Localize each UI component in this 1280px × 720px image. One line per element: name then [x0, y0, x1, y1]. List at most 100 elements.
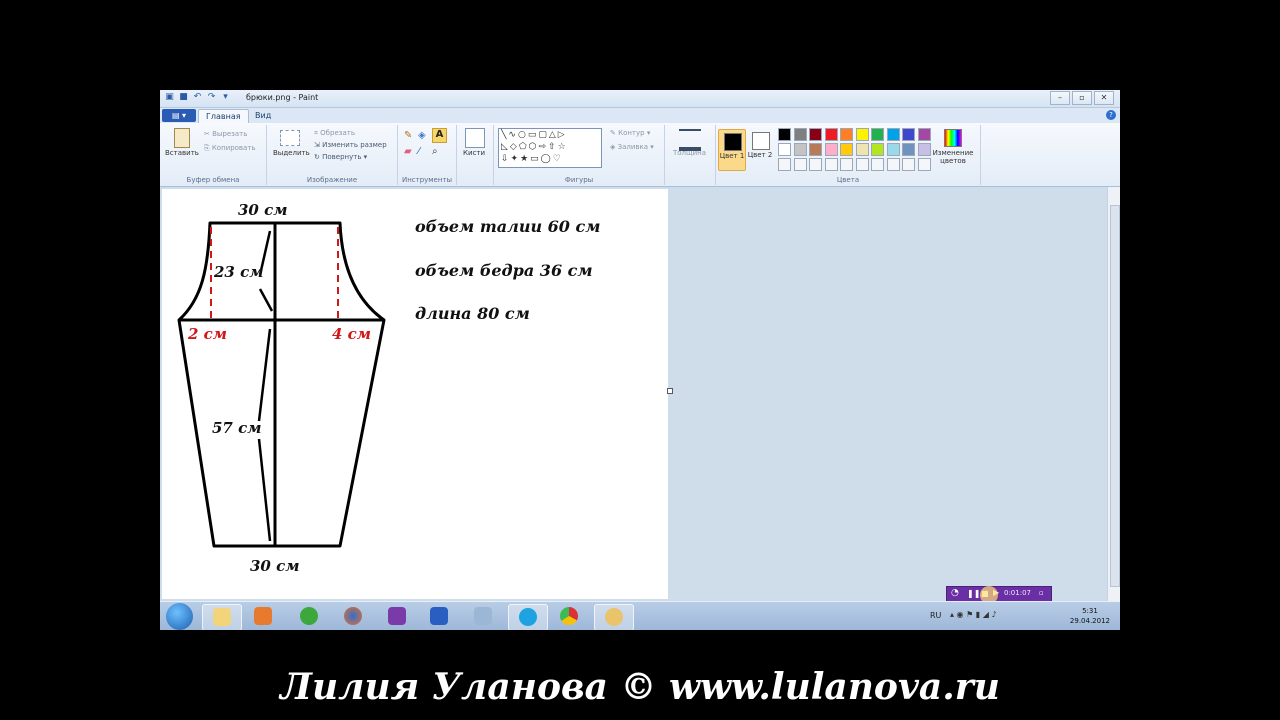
left-extension-label: 2 см [188, 325, 228, 343]
taskbar-explorer[interactable] [202, 604, 242, 630]
pause-icon[interactable]: ❚❚ [967, 589, 980, 598]
taskbar: RU ▴ ◉ ⚑ ▮ ◢ ♪ 5:31 29.04.2012 [160, 601, 1120, 630]
palette-swatch[interactable] [824, 143, 838, 156]
palette-swatch[interactable] [917, 143, 931, 156]
language-indicator[interactable]: RU [930, 611, 941, 620]
palette-swatch[interactable] [809, 143, 822, 156]
paint-app-icon[interactable]: ▣ [164, 92, 175, 103]
palette-swatch[interactable] [840, 143, 853, 156]
palette-swatch[interactable] [902, 128, 915, 141]
file-menu-button[interactable]: ▤ ▾ [162, 109, 196, 122]
recorder-menu-icon[interactable]: ▫ [1039, 589, 1044, 597]
thickness-icon[interactable] [679, 129, 701, 151]
drawing-canvas[interactable]: 30 см 23 см 2 см 4 см 57 см 30 см объем … [162, 189, 668, 599]
eraser-icon[interactable]: ▰ [404, 146, 412, 157]
paste-button[interactable]: Вставить [165, 149, 199, 157]
close-button[interactable]: ✕ [1094, 91, 1114, 105]
clipboard-group-label: Буфер обмена [186, 176, 240, 184]
palette-swatch[interactable] [809, 158, 822, 171]
fill-button[interactable]: ◈ Заливка ▾ [610, 143, 654, 151]
rotate-button[interactable]: ↻ Повернуть ▾ [314, 153, 367, 161]
palette-swatch[interactable] [855, 143, 869, 156]
chrome-icon [560, 607, 578, 625]
help-icon[interactable]: ? [1106, 110, 1116, 120]
magnifier-icon[interactable]: ⌕ [432, 146, 438, 157]
palette-swatch[interactable] [809, 128, 822, 141]
clock[interactable]: 5:31 29.04.2012 [1070, 606, 1110, 626]
palette-swatch[interactable] [824, 128, 838, 141]
scrollbar-thumb[interactable] [1110, 205, 1120, 587]
taskbar-save-app[interactable] [420, 604, 458, 629]
palette-swatch[interactable] [886, 143, 900, 156]
taskbar-refresh-app[interactable] [290, 604, 328, 629]
ribbon-tabs: ▤ ▾ Главная Вид ? [160, 108, 1120, 124]
palette-swatch[interactable] [778, 143, 791, 156]
tools-group-label: Инструменты [401, 176, 453, 184]
fill-bucket-icon[interactable]: ◈ [418, 130, 426, 141]
bottom-width-label: 30 см [250, 557, 300, 575]
minimize-button[interactable]: – [1050, 91, 1070, 105]
taskbar-tool[interactable] [378, 604, 416, 629]
start-button[interactable] [166, 603, 193, 630]
palette-swatch[interactable] [793, 158, 807, 171]
select-button[interactable]: Выделить [273, 149, 310, 157]
edit-colors-button[interactable]: Изменение цветов [930, 149, 976, 165]
copy-button[interactable]: ⎘ Копировать [204, 144, 256, 153]
palette-swatch[interactable] [778, 158, 791, 171]
taskbar-calculator[interactable] [464, 604, 502, 629]
color2-button[interactable]: Цвет 2 [747, 129, 773, 169]
palette-swatch[interactable] [840, 128, 853, 141]
text-icon[interactable]: A [432, 128, 447, 143]
desktop-screen: ▣ ■ ↶ ↷ ▾ брюки.png - Paint – ▫ ✕ ▤ ▾ Гл… [160, 90, 1120, 630]
customize-qat-icon[interactable]: ▾ [220, 92, 231, 103]
calculator-icon [474, 607, 492, 625]
tray-icons[interactable]: ▴ ◉ ⚑ ▮ ◢ ♪ [950, 610, 997, 619]
taskbar-skype[interactable] [508, 604, 548, 630]
select-icon[interactable] [280, 130, 300, 146]
palette-swatch[interactable] [871, 143, 884, 156]
palette-swatch[interactable] [793, 143, 807, 156]
brushes-button[interactable]: Кисти [463, 149, 485, 157]
palette-swatch[interactable] [824, 158, 838, 171]
title-bar: ▣ ■ ↶ ↷ ▾ брюки.png - Paint – ▫ ✕ [160, 90, 1120, 108]
taskbar-firefox[interactable] [334, 604, 372, 629]
tab-home[interactable]: Главная [198, 109, 249, 124]
paste-icon[interactable] [174, 128, 190, 148]
tab-view[interactable]: Вид [248, 109, 278, 123]
pencil-icon[interactable]: ✎ [404, 130, 412, 141]
redo-icon[interactable]: ↷ [206, 92, 217, 103]
taskbar-paint[interactable] [594, 604, 634, 630]
edit-colors-icon[interactable] [944, 129, 962, 147]
cut-button[interactable]: ✂ Вырезать [204, 130, 247, 138]
palette-swatch[interactable] [778, 128, 791, 141]
palette-swatch[interactable] [840, 158, 853, 171]
taskbar-media[interactable] [244, 604, 282, 629]
palette-swatch[interactable] [902, 158, 915, 171]
outline-button[interactable]: ✎ Контур ▾ [610, 129, 650, 137]
colors-group: Цвет 1 Цвет 2 Изменение цветов Цвета [716, 125, 981, 185]
maximize-button[interactable]: ▫ [1072, 91, 1092, 105]
shapes-gallery[interactable]: ╲∿○▭▢△▷ ◺◇⬠⬡⇨⇧☆ ⇩✦★▭◯♡ [498, 128, 602, 168]
crop-button[interactable]: ⌗ Обрезать [314, 129, 355, 138]
palette-swatch[interactable] [793, 128, 807, 141]
resize-button[interactable]: ⇲ Изменить размер [314, 141, 387, 149]
undo-icon[interactable]: ↶ [192, 92, 203, 103]
palette-swatch[interactable] [886, 128, 900, 141]
palette-swatch[interactable] [917, 158, 931, 171]
palette-swatch[interactable] [886, 158, 900, 171]
canvas-resize-handle[interactable] [667, 388, 673, 394]
palette-swatch[interactable] [871, 128, 884, 141]
palette-swatch[interactable] [917, 128, 931, 141]
taskbar-chrome[interactable] [550, 604, 588, 629]
brush-icon[interactable] [465, 128, 485, 148]
palette-swatch[interactable] [855, 158, 869, 171]
thickness-button[interactable]: Толщина [673, 149, 706, 157]
palette-swatch[interactable] [902, 143, 915, 156]
note-length: длина 80 см [415, 304, 530, 323]
save-icon[interactable]: ■ [178, 92, 189, 103]
color-picker-icon[interactable]: ⁄ [418, 146, 420, 157]
palette-swatch[interactable] [871, 158, 884, 171]
vertical-scrollbar[interactable] [1107, 187, 1120, 601]
palette-swatch[interactable] [855, 128, 869, 141]
color1-button[interactable]: Цвет 1 [718, 129, 746, 171]
